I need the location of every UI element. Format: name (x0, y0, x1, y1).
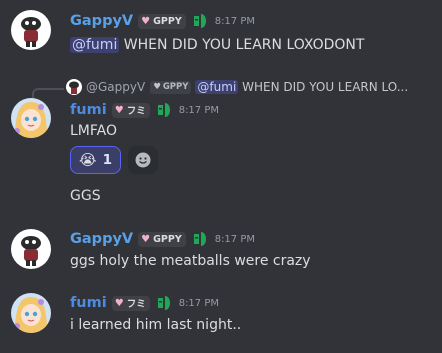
reply-reference[interactable]: @GappyV ♥ GPPY @fumi WHEN DID YOU LEARN L… (66, 79, 408, 95)
game-controller-icon[interactable] (155, 101, 173, 119)
username[interactable]: fumi (70, 102, 107, 118)
reply-preview-text: WHEN DID YOU LEARN LO... (242, 80, 409, 94)
heart-icon: ♥ (141, 15, 151, 27)
guild-tag[interactable]: ♥ GPPY (138, 13, 186, 29)
avatar-fumi[interactable] (11, 98, 51, 138)
message-text: LMFAO (70, 123, 117, 139)
timestamp: 8:17 PM (178, 104, 219, 116)
reply-preview: @fumi WHEN DID YOU LEARN LO... (195, 80, 408, 94)
reply-mention: @fumi (195, 80, 239, 94)
reply-avatar (66, 79, 82, 95)
add-reaction-button[interactable] (128, 146, 158, 174)
heart-icon: ♥ (141, 233, 151, 245)
guild-tag-label: フミ (126, 299, 146, 310)
sob-emoji-icon: 😭 (79, 151, 97, 169)
heart-icon: ♥ (153, 82, 161, 92)
timestamp: 8:17 PM (214, 15, 255, 27)
guild-tag[interactable]: ♥ フミ (111, 295, 150, 311)
timestamp: 8:17 PM (214, 233, 255, 245)
guild-tag-label: フミ (126, 106, 146, 117)
reply-guild-tag-label: GPPY (162, 82, 189, 92)
message-content: @fumi WHEN DID YOU LEARN LOXODONT (70, 37, 364, 53)
game-controller-icon[interactable] (191, 12, 209, 30)
reply-guild-tag: ♥ GPPY (150, 80, 192, 94)
username[interactable]: fumi (70, 295, 107, 311)
username[interactable]: GappyV (70, 13, 133, 29)
message-header: GappyV ♥ GPPY 8:17 PM (70, 230, 255, 248)
message-header: GappyV ♥ GPPY 8:17 PM (70, 12, 255, 30)
timestamp: 8:17 PM (178, 297, 219, 309)
avatar-gappyv[interactable] (11, 10, 51, 50)
reactions-bar: 😭 1 (70, 146, 158, 174)
avatar-fumi[interactable] (11, 293, 51, 333)
message-text: i learned him last night.. (70, 317, 242, 333)
reaction-sob[interactable]: 😭 1 (70, 146, 121, 174)
smiley-add-icon (135, 152, 151, 168)
user-mention[interactable]: @fumi (70, 37, 120, 53)
message-header: fumi ♥ フミ 8:17 PM (70, 101, 219, 119)
game-controller-icon[interactable] (155, 294, 173, 312)
username[interactable]: GappyV (70, 231, 133, 247)
message-header: fumi ♥ フミ 8:17 PM (70, 294, 219, 312)
guild-tag-label: GPPY (153, 15, 182, 27)
reply-username[interactable]: @GappyV (86, 80, 145, 94)
guild-tag-label: GPPY (153, 233, 182, 245)
reaction-count: 1 (102, 152, 112, 168)
heart-icon: ♥ (114, 297, 124, 309)
game-controller-icon[interactable] (191, 230, 209, 248)
guild-tag[interactable]: ♥ フミ (111, 102, 150, 118)
message-text: WHEN DID YOU LEARN LOXODONT (123, 37, 365, 53)
message-text-followup: GGS (70, 188, 101, 204)
guild-tag[interactable]: ♥ GPPY (138, 231, 186, 247)
message-text: ggs holy the meatballs were crazy (70, 253, 311, 269)
heart-icon: ♥ (114, 104, 124, 116)
avatar-gappyv[interactable] (11, 229, 51, 269)
